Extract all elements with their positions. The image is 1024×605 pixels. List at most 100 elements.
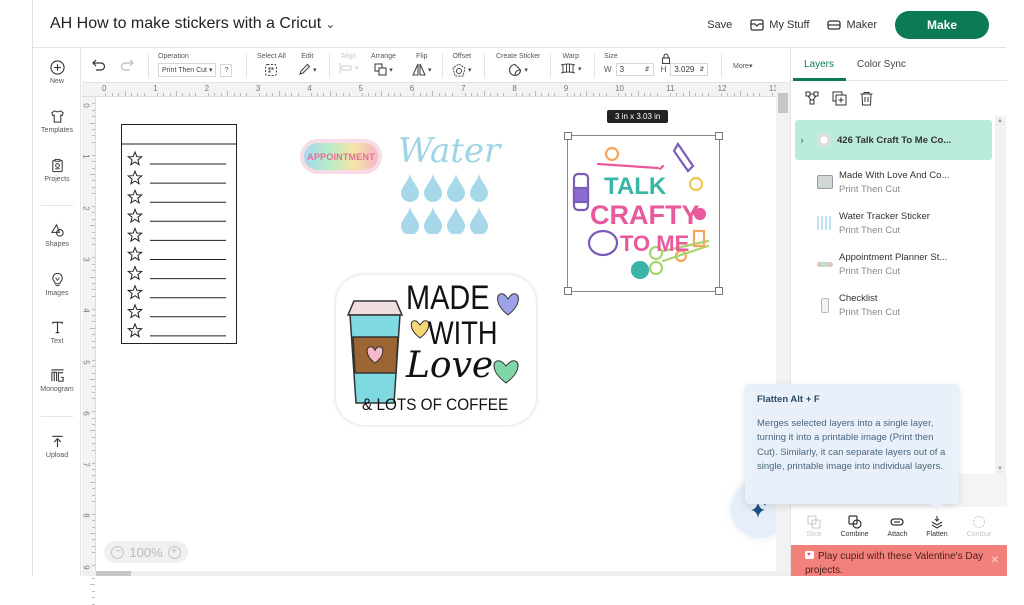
stepper-icon[interactable]: ⇵	[699, 66, 704, 73]
ruler-tick	[502, 93, 504, 96]
make-button[interactable]: Make	[895, 11, 989, 39]
resize-handle-bottom-left[interactable]	[564, 287, 572, 295]
sidebar-label: Projects	[44, 176, 70, 183]
trash-icon[interactable]	[859, 91, 874, 106]
tab-color-sync[interactable]: Color Sync	[857, 59, 906, 70]
ruler-tick	[188, 93, 190, 96]
ruler-tick	[573, 93, 575, 96]
made-with-love-sticker[interactable]: MADE WITH Love & LOTS OF COFFEE	[336, 275, 536, 425]
ruler-tick	[554, 93, 556, 96]
promo-banner[interactable]: ♥ Play cupid with these Valentine's Day p…	[791, 545, 1007, 576]
flatten-button[interactable]: Flatten	[926, 515, 948, 538]
stepper-icon[interactable]: ⇵	[645, 66, 650, 73]
ruler-tick-label: 1	[153, 84, 158, 93]
zoom-out-button[interactable]: −	[111, 545, 125, 559]
more-button[interactable]: More ▾	[733, 62, 752, 71]
sidebar-item-upload[interactable]: Upload	[33, 434, 81, 459]
select-all-icon	[265, 64, 278, 76]
contour-button[interactable]: Contour	[967, 515, 992, 538]
layer-row[interactable]: Appointment Planner St... Print Then Cut	[795, 244, 992, 284]
sidebar-item-text[interactable]: Text	[33, 320, 81, 345]
ruler-tick	[92, 180, 95, 182]
attach-button[interactable]: Attach	[888, 515, 907, 538]
offset-button[interactable]: Offset ▾	[452, 53, 472, 77]
layer-row[interactable]: Made With Love And Co... Print Then Cut	[795, 162, 992, 202]
ruler-tick	[105, 93, 107, 96]
ruler-tick	[477, 93, 479, 96]
water-text: Water	[398, 131, 501, 171]
ruler-tick-label: 6	[81, 411, 91, 416]
my-stuff-button[interactable]: My Stuff	[750, 19, 809, 31]
water-tracker-sticker[interactable]: Water	[398, 131, 501, 235]
scroll-up-icon[interactable]: ▲	[997, 118, 1003, 124]
talk-craft-sticker[interactable]: TALK CRAFTY TO ME	[568, 136, 721, 293]
combine-button[interactable]: Combine	[841, 514, 869, 538]
save-button[interactable]: Save	[707, 19, 732, 31]
layers-scrollbar[interactable]: ▲ ▼	[995, 116, 1006, 474]
sidebar-item-monogram[interactable]: Monogram	[33, 368, 81, 393]
duplicate-icon[interactable]	[832, 91, 847, 106]
resize-handle-top-right[interactable]	[715, 132, 723, 140]
operation-select[interactable]: Print Then Cut ▾	[158, 63, 217, 77]
water-drop	[401, 174, 419, 202]
resize-handle-bottom-right[interactable]	[715, 287, 723, 295]
select-all-button[interactable]: Select All	[257, 53, 286, 77]
tab-layers[interactable]: Layers	[804, 59, 834, 70]
sidebar-item-images[interactable]: Images	[33, 272, 81, 297]
layer-row[interactable]: › 426 Talk Craft To Me Co...	[795, 120, 992, 160]
edit-toolbar: Operation Print Then Cut ▾ ? Select All …	[82, 48, 790, 83]
sidebar-item-projects[interactable]: Projects	[33, 158, 81, 183]
undo-icon[interactable]	[92, 59, 106, 71]
maker-button[interactable]: Maker	[827, 19, 877, 31]
ruler-tick	[92, 443, 95, 445]
scrollbar-thumb[interactable]	[96, 571, 131, 576]
checklist-sticker[interactable]	[121, 124, 238, 345]
appointment-sticker[interactable]: APPOINTMENT	[300, 139, 382, 174]
scrollbar-thumb[interactable]	[778, 93, 788, 113]
ruler-tick	[156, 93, 158, 96]
canvas-horizontal-scrollbar[interactable]	[82, 571, 790, 576]
operation-help-button[interactable]: ?	[220, 63, 233, 77]
lock-icon[interactable]	[661, 53, 671, 64]
ruler-tick	[90, 584, 95, 586]
offset-icon	[452, 63, 466, 77]
ruler-tick	[393, 93, 395, 96]
arrange-button[interactable]: Arrange ▾	[371, 53, 396, 76]
height-input[interactable]: 3.029 ⇵	[670, 63, 709, 76]
redo-icon[interactable]	[120, 59, 134, 71]
align-button[interactable]: Align ▾	[339, 53, 359, 73]
selection-box[interactable]: TALK CRAFTY TO ME	[564, 132, 723, 295]
sticker-icon	[509, 63, 522, 77]
ruler-tick	[124, 91, 126, 96]
edit-button[interactable]: Edit ▾	[298, 53, 317, 76]
zoom-in-button[interactable]: +	[167, 545, 181, 559]
ruler-tick	[387, 93, 389, 96]
dimension-badge: 3 in x 3.03 in	[607, 110, 669, 123]
create-sticker-label: Create Sticker	[496, 53, 541, 60]
expand-chevron-icon[interactable]: ›	[795, 135, 809, 145]
group-icon[interactable]	[805, 91, 820, 106]
ruler-tick	[92, 154, 95, 156]
resize-handle-top-left[interactable]	[564, 132, 572, 140]
sidebar-item-new[interactable]: New	[33, 60, 81, 85]
ruler-tick	[92, 565, 95, 567]
plus-circle-icon	[49, 60, 65, 75]
header-actions: Save My Stuff Maker Make	[707, 11, 989, 39]
sidebar-item-templates[interactable]: Templates	[33, 109, 81, 134]
flip-button[interactable]: Flip ▾	[412, 53, 432, 76]
ruler-tick	[208, 93, 209, 96]
ruler-tick	[708, 93, 710, 96]
width-input[interactable]: 3 ⇵	[615, 63, 654, 76]
scroll-down-icon[interactable]: ▼	[997, 466, 1003, 472]
project-title-dropdown[interactable]: AH How to make stickers with a Cricut ⌄	[50, 15, 335, 33]
design-canvas[interactable]: APPOINTMENT Water 3 in x 3.03 in TALK CR…	[96, 97, 776, 571]
create-sticker-button[interactable]: Create Sticker ▾	[496, 53, 540, 77]
warp-button[interactable]: Warp ▾	[560, 53, 582, 74]
layer-row[interactable]: Water Tracker Sticker Print Then Cut	[795, 203, 992, 243]
sidebar-item-shapes[interactable]: Shapes	[33, 223, 81, 248]
slice-button[interactable]: Slice	[806, 515, 822, 538]
layer-row[interactable]: Checklist Print Then Cut	[795, 285, 992, 325]
machine-icon	[827, 20, 842, 30]
close-icon[interactable]: ✕	[991, 554, 999, 568]
ruler-tick	[772, 93, 774, 96]
